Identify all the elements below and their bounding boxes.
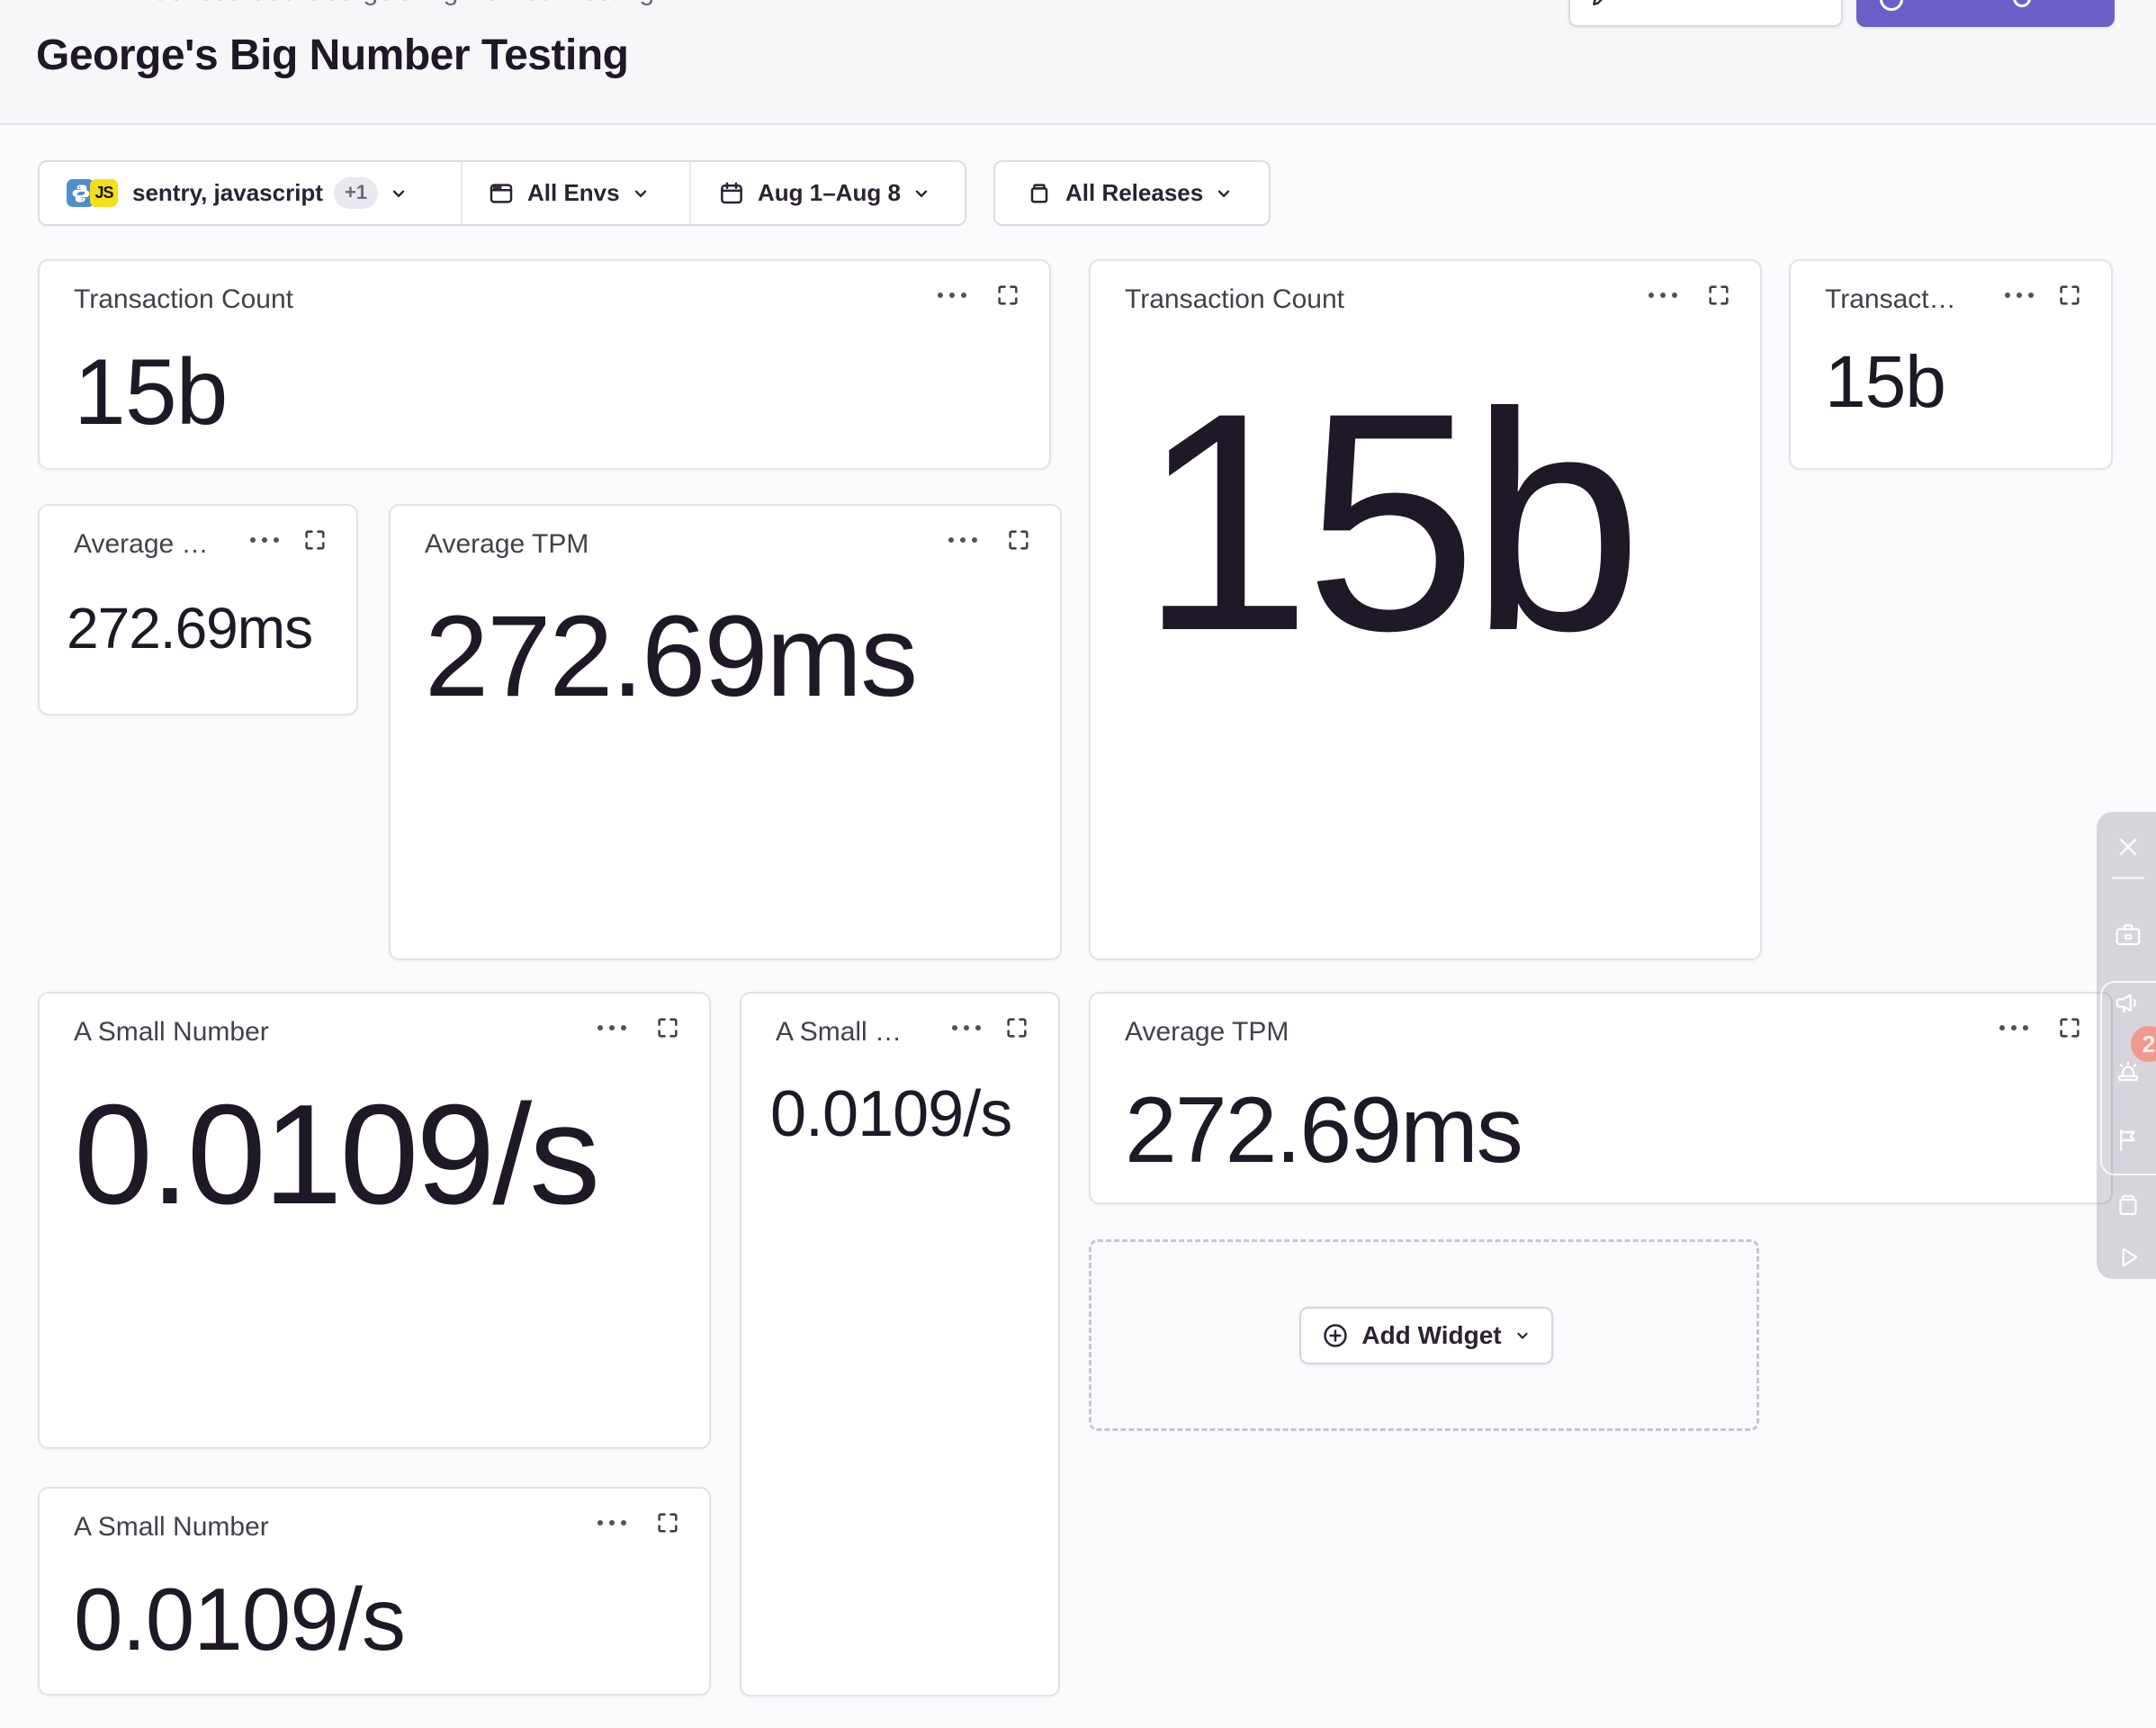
- breadcrumb[interactable]: Dashboards / George's Big Number Testing: [135, 0, 654, 7]
- chevron-down-icon: [1214, 184, 1234, 203]
- play-icon[interactable]: [2113, 1242, 2143, 1273]
- toolbar-divider: [2112, 877, 2144, 879]
- widget-title: Average TPM: [1125, 1017, 1289, 1048]
- widget-value: 15b: [1139, 367, 1636, 678]
- page-title: George's Big Number Testing: [36, 31, 628, 80]
- add-widget-button[interactable]: Add Widget: [1299, 1307, 1553, 1364]
- widget-expand-icon[interactable]: [1004, 1015, 1029, 1040]
- toolbox-icon[interactable]: [2113, 920, 2143, 950]
- widget-menu-icon[interactable]: [936, 291, 968, 300]
- project-overflow-badge: +1: [334, 177, 378, 208]
- project-filter[interactable]: JS sentry, javascript +1: [40, 162, 463, 224]
- button-icon: [1880, 0, 1903, 11]
- widget-average-small[interactable]: Average … 272.69ms: [38, 504, 358, 716]
- archive-icon[interactable]: [2113, 1190, 2143, 1220]
- edit-dashboard-button[interactable]: [1568, 0, 1843, 27]
- widget-expand-icon[interactable]: [655, 1510, 680, 1535]
- widget-menu-icon[interactable]: [2003, 291, 2035, 300]
- calendar-icon: [718, 180, 745, 207]
- widget-expand-icon[interactable]: [995, 283, 1020, 308]
- widget-expand-icon[interactable]: [2057, 1015, 2082, 1040]
- widget-menu-icon[interactable]: [947, 536, 979, 544]
- widget-menu-icon[interactable]: [950, 1023, 983, 1032]
- page-header: Dashboards / George's Big Number Testing…: [0, 0, 2156, 125]
- widget-transaction-count-1[interactable]: Transaction Count 15b: [38, 259, 1051, 470]
- chevron-down-icon: [389, 184, 409, 203]
- widget-expand-icon[interactable]: [655, 1015, 680, 1040]
- widget-expand-icon[interactable]: [302, 527, 328, 553]
- widget-expand-icon[interactable]: [1706, 283, 1731, 308]
- environment-filter-label: All Envs: [527, 179, 620, 207]
- window-icon: [488, 180, 515, 207]
- widget-title: A Small Number: [74, 1017, 269, 1048]
- widget-value: 15b: [74, 346, 228, 439]
- siren-icon[interactable]: [2113, 1057, 2143, 1087]
- plus-circle-icon: [1321, 1321, 1350, 1350]
- widget-average-tpm-2[interactable]: Average TPM 272.69ms: [1089, 992, 2113, 1204]
- date-range-filter[interactable]: Aug 1–Aug 8: [691, 162, 965, 224]
- widget-title: Average TPM: [425, 529, 588, 560]
- widget-title: Average …: [74, 529, 207, 560]
- widget-small-number-3[interactable]: A Small Number 0.0109/s: [38, 1487, 711, 1696]
- add-widget-label: Add Widget: [1361, 1321, 1501, 1350]
- widget-value: 0.0109/s: [74, 1084, 597, 1226]
- widget-menu-icon[interactable]: [248, 536, 281, 544]
- widget-transaction-count-3[interactable]: Transact… 15b: [1789, 259, 2113, 470]
- release-filter-label: All Releases: [1065, 179, 1203, 207]
- pencil-icon: [1590, 0, 1613, 8]
- widget-menu-icon[interactable]: [1998, 1023, 2030, 1032]
- widget-title: A Small Number: [74, 1512, 269, 1543]
- widget-title: A Small …: [776, 1017, 902, 1048]
- chevron-down-icon: [631, 184, 651, 203]
- widget-title: Transaction Count: [74, 284, 293, 315]
- chevron-down-icon: [1514, 1327, 1532, 1345]
- widget-transaction-count-2[interactable]: Transaction Count 15b: [1089, 259, 1762, 960]
- widget-value: 272.69ms: [1125, 1084, 1522, 1177]
- widget-expand-icon[interactable]: [1006, 527, 1031, 553]
- flag-icon[interactable]: [2113, 1125, 2143, 1156]
- widget-value: 15b: [1825, 346, 1945, 419]
- date-range-label: Aug 1–Aug 8: [758, 179, 901, 207]
- widget-average-tpm-1[interactable]: Average TPM 272.69ms: [389, 504, 1062, 960]
- javascript-icon: JS: [90, 179, 118, 207]
- close-icon[interactable]: [2113, 832, 2143, 862]
- widget-menu-icon[interactable]: [596, 1023, 628, 1032]
- widget-menu-icon[interactable]: [596, 1518, 628, 1527]
- widget-value: 272.69ms: [67, 599, 312, 657]
- widget-value: 0.0109/s: [770, 1082, 1011, 1147]
- widget-small-number-1[interactable]: A Small Number 0.0109/s: [38, 992, 711, 1449]
- widget-title: Transact…: [1825, 284, 1956, 315]
- project-filter-label: sentry, javascript: [132, 179, 323, 207]
- release-filter[interactable]: All Releases: [993, 160, 1271, 226]
- widget-expand-icon[interactable]: [2057, 283, 2082, 308]
- filter-bar: JS sentry, javascript +1 All Envs Aug 1–…: [38, 160, 966, 226]
- widget-value: 272.69ms: [425, 599, 916, 715]
- environment-filter[interactable]: All Envs: [463, 162, 691, 224]
- primary-action-button[interactable]: [1856, 0, 2115, 27]
- widget-title: Transaction Count: [1125, 284, 1344, 315]
- megaphone-icon[interactable]: [2113, 988, 2143, 1019]
- box-icon: [1026, 180, 1053, 207]
- chevron-down-icon: [912, 184, 931, 203]
- widget-small-number-2[interactable]: A Small … 0.0109/s: [740, 992, 1060, 1696]
- button-glyph: [2013, 0, 2031, 7]
- widget-value: 0.0109/s: [74, 1575, 405, 1663]
- widget-menu-icon[interactable]: [1647, 291, 1679, 300]
- dashboard-page: { "header": { "breadcrumb": "Dashboards …: [0, 0, 2156, 1728]
